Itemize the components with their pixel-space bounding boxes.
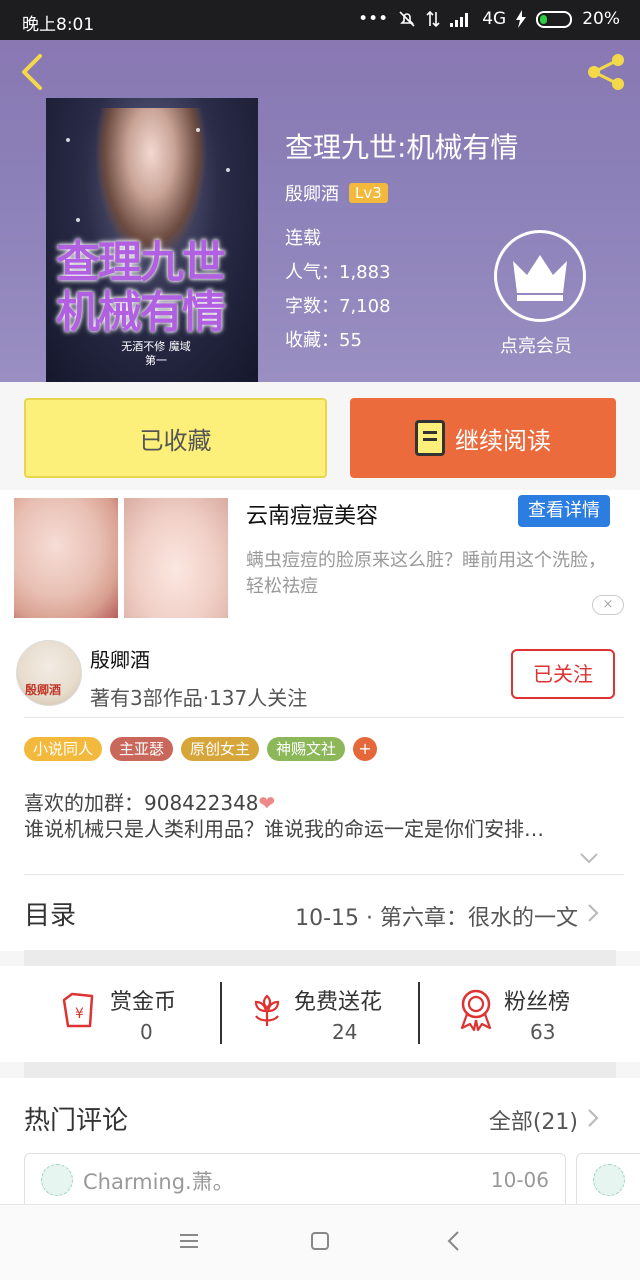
ad-image-2 bbox=[124, 498, 228, 618]
stat-value: 0 bbox=[140, 1020, 153, 1044]
stat-value: 24 bbox=[332, 1020, 358, 1044]
continue-reading-button[interactable]: 继续阅读 bbox=[350, 398, 616, 478]
stat-label: 免费送花 bbox=[294, 990, 383, 1015]
back-icon[interactable] bbox=[14, 50, 54, 94]
table-of-contents-row[interactable]: 目录 10-15 · 第六章：很水的一文 bbox=[0, 875, 640, 951]
menu-icon[interactable] bbox=[177, 1229, 201, 1253]
divider bbox=[24, 717, 624, 718]
stats-row: ¥ 赏金币 0 免费送花 24 粉丝榜 63 bbox=[0, 966, 640, 1062]
share-icon[interactable] bbox=[584, 50, 630, 94]
toc-title: 目录 bbox=[24, 901, 77, 931]
avatar-stamp: 殷卿酒 bbox=[25, 683, 62, 697]
book-icon bbox=[415, 420, 445, 456]
section-gap bbox=[24, 1062, 616, 1078]
book-favorites: 收藏：55 bbox=[285, 330, 362, 351]
charging-icon bbox=[516, 10, 527, 28]
book-title: 查理九世:机械有情 bbox=[285, 131, 519, 164]
tag[interactable]: 小说同人 bbox=[24, 737, 103, 761]
book-header: 查理九世 机械有情 无酒不修 魔域第一 查理九世:机械有情 殷卿酒 Lv3 连载… bbox=[0, 40, 640, 382]
book-words: 字数：7,108 bbox=[285, 296, 391, 317]
chevron-right-icon bbox=[588, 904, 599, 922]
favorited-button[interactable]: 已收藏 bbox=[24, 398, 327, 478]
all-comments-link[interactable]: 全部(21) bbox=[489, 1104, 578, 1136]
status-time: 晚上8:01 bbox=[22, 15, 95, 35]
divider bbox=[418, 982, 420, 1044]
favorited-label: 已收藏 bbox=[139, 426, 212, 455]
home-icon[interactable] bbox=[308, 1229, 332, 1253]
reward-coins-stat[interactable]: ¥ 赏金币 0 bbox=[58, 982, 208, 1046]
level-badge: Lv3 bbox=[349, 183, 388, 203]
tag-list: 小说同人 主亚瑟 原创女主 神赐文社 + bbox=[24, 737, 378, 761]
commenter-avatar bbox=[41, 1164, 73, 1196]
svg-text:¥: ¥ bbox=[75, 1006, 84, 1022]
flower-icon bbox=[254, 994, 280, 1026]
ad-image-1 bbox=[14, 498, 118, 618]
author-info: 著有3部作品·137人关注 bbox=[90, 686, 308, 710]
add-tag-button[interactable]: + bbox=[353, 737, 378, 761]
intro-line-1: 喜欢的加群：908422348 bbox=[24, 791, 259, 815]
cover-title: 查理九世 机械有情 bbox=[56, 237, 226, 338]
ad-description: 螨虫痘痘的脸原来这么脏？睡前用这个洗脸，轻松祛痘 bbox=[246, 550, 606, 597]
battery-icon bbox=[536, 10, 573, 28]
commenter-name: Charming.萧。 bbox=[83, 1170, 234, 1194]
fan-ranking-stat[interactable]: 粉丝榜 63 bbox=[456, 982, 596, 1046]
comments-title: 热门评论 bbox=[24, 1106, 129, 1136]
book-popularity: 人气：1,883 bbox=[285, 262, 391, 283]
book-intro[interactable]: 喜欢的加群：908422348❤ 谁说机械只是人类利用品？谁说我的命运一定是你们… bbox=[24, 790, 624, 842]
book-cover[interactable]: 查理九世 机械有情 无酒不修 魔域第一 bbox=[46, 98, 258, 382]
status-bar: 晚上8:01 ••• 4G 20% bbox=[0, 0, 640, 40]
author-section: 殷卿酒 殷卿酒 著有3部作品·137人关注 已关注 小说同人 主亚瑟 原创女主 … bbox=[0, 630, 640, 875]
author-name[interactable]: 殷卿酒 bbox=[90, 644, 150, 673]
data-arrows-icon bbox=[426, 10, 440, 28]
tag[interactable]: 主亚瑟 bbox=[110, 737, 174, 761]
vip-label: 点亮会员 bbox=[500, 336, 572, 357]
expand-chevron-icon[interactable] bbox=[580, 852, 598, 864]
section-gap bbox=[24, 950, 616, 966]
stat-label: 赏金币 bbox=[110, 990, 177, 1015]
ad-close-icon[interactable]: × bbox=[592, 595, 624, 615]
intro-line-2: 谁说机械只是人类利用品？谁说我的命运一定是你们安排… bbox=[24, 817, 544, 841]
book-author[interactable]: 殷卿酒 bbox=[285, 180, 339, 206]
status-icons: ••• 4G 20% bbox=[358, 9, 620, 29]
free-flowers-stat[interactable]: 免费送花 24 bbox=[248, 982, 408, 1046]
heart-icon: ❤ bbox=[258, 791, 276, 815]
ad-banner[interactable]: 云南痘痘美容 查看详情 螨虫痘痘的脸原来这么脏？睡前用这个洗脸，轻松祛痘 × bbox=[0, 490, 640, 630]
tag[interactable]: 原创女主 bbox=[181, 737, 260, 761]
cover-illustration bbox=[96, 108, 206, 258]
ad-title: 云南痘痘美容 bbox=[246, 504, 379, 529]
continue-reading-label: 继续阅读 bbox=[455, 426, 551, 455]
tag[interactable]: 神赐文社 bbox=[267, 737, 346, 761]
signal-icon bbox=[450, 13, 469, 27]
author-avatar[interactable]: 殷卿酒 bbox=[16, 640, 82, 706]
commenter-avatar bbox=[593, 1164, 625, 1196]
crown-icon bbox=[513, 255, 567, 301]
comment-date: 10-06 bbox=[490, 1168, 549, 1192]
follow-button[interactable]: 已关注 bbox=[511, 649, 615, 699]
battery-level: 20% bbox=[582, 9, 620, 29]
hot-comments-section: 热门评论 全部(21) Charming.萧。 10-06 bbox=[0, 1078, 640, 1213]
cover-subtitle: 无酒不修 魔域第一 bbox=[121, 340, 191, 367]
network-type: 4G bbox=[482, 9, 507, 29]
back-nav-icon[interactable] bbox=[443, 1229, 467, 1253]
medal-icon bbox=[460, 989, 492, 1032]
book-status: 连载 bbox=[285, 228, 321, 249]
vip-button[interactable] bbox=[494, 230, 586, 322]
chevron-right-icon[interactable] bbox=[586, 1108, 600, 1128]
stat-label: 粉丝榜 bbox=[504, 990, 571, 1015]
book-author-row: 殷卿酒 Lv3 bbox=[285, 180, 388, 206]
divider bbox=[220, 982, 222, 1044]
bell-off-icon bbox=[399, 11, 415, 27]
more-dots-icon: ••• bbox=[358, 9, 389, 29]
stat-value: 63 bbox=[530, 1020, 556, 1044]
red-envelope-icon: ¥ bbox=[62, 992, 94, 1028]
toc-latest-chapter: 10-15 · 第六章：很水的一文 bbox=[295, 906, 578, 931]
ad-details-button[interactable]: 查看详情 bbox=[518, 495, 610, 527]
system-nav-bar bbox=[0, 1204, 640, 1280]
